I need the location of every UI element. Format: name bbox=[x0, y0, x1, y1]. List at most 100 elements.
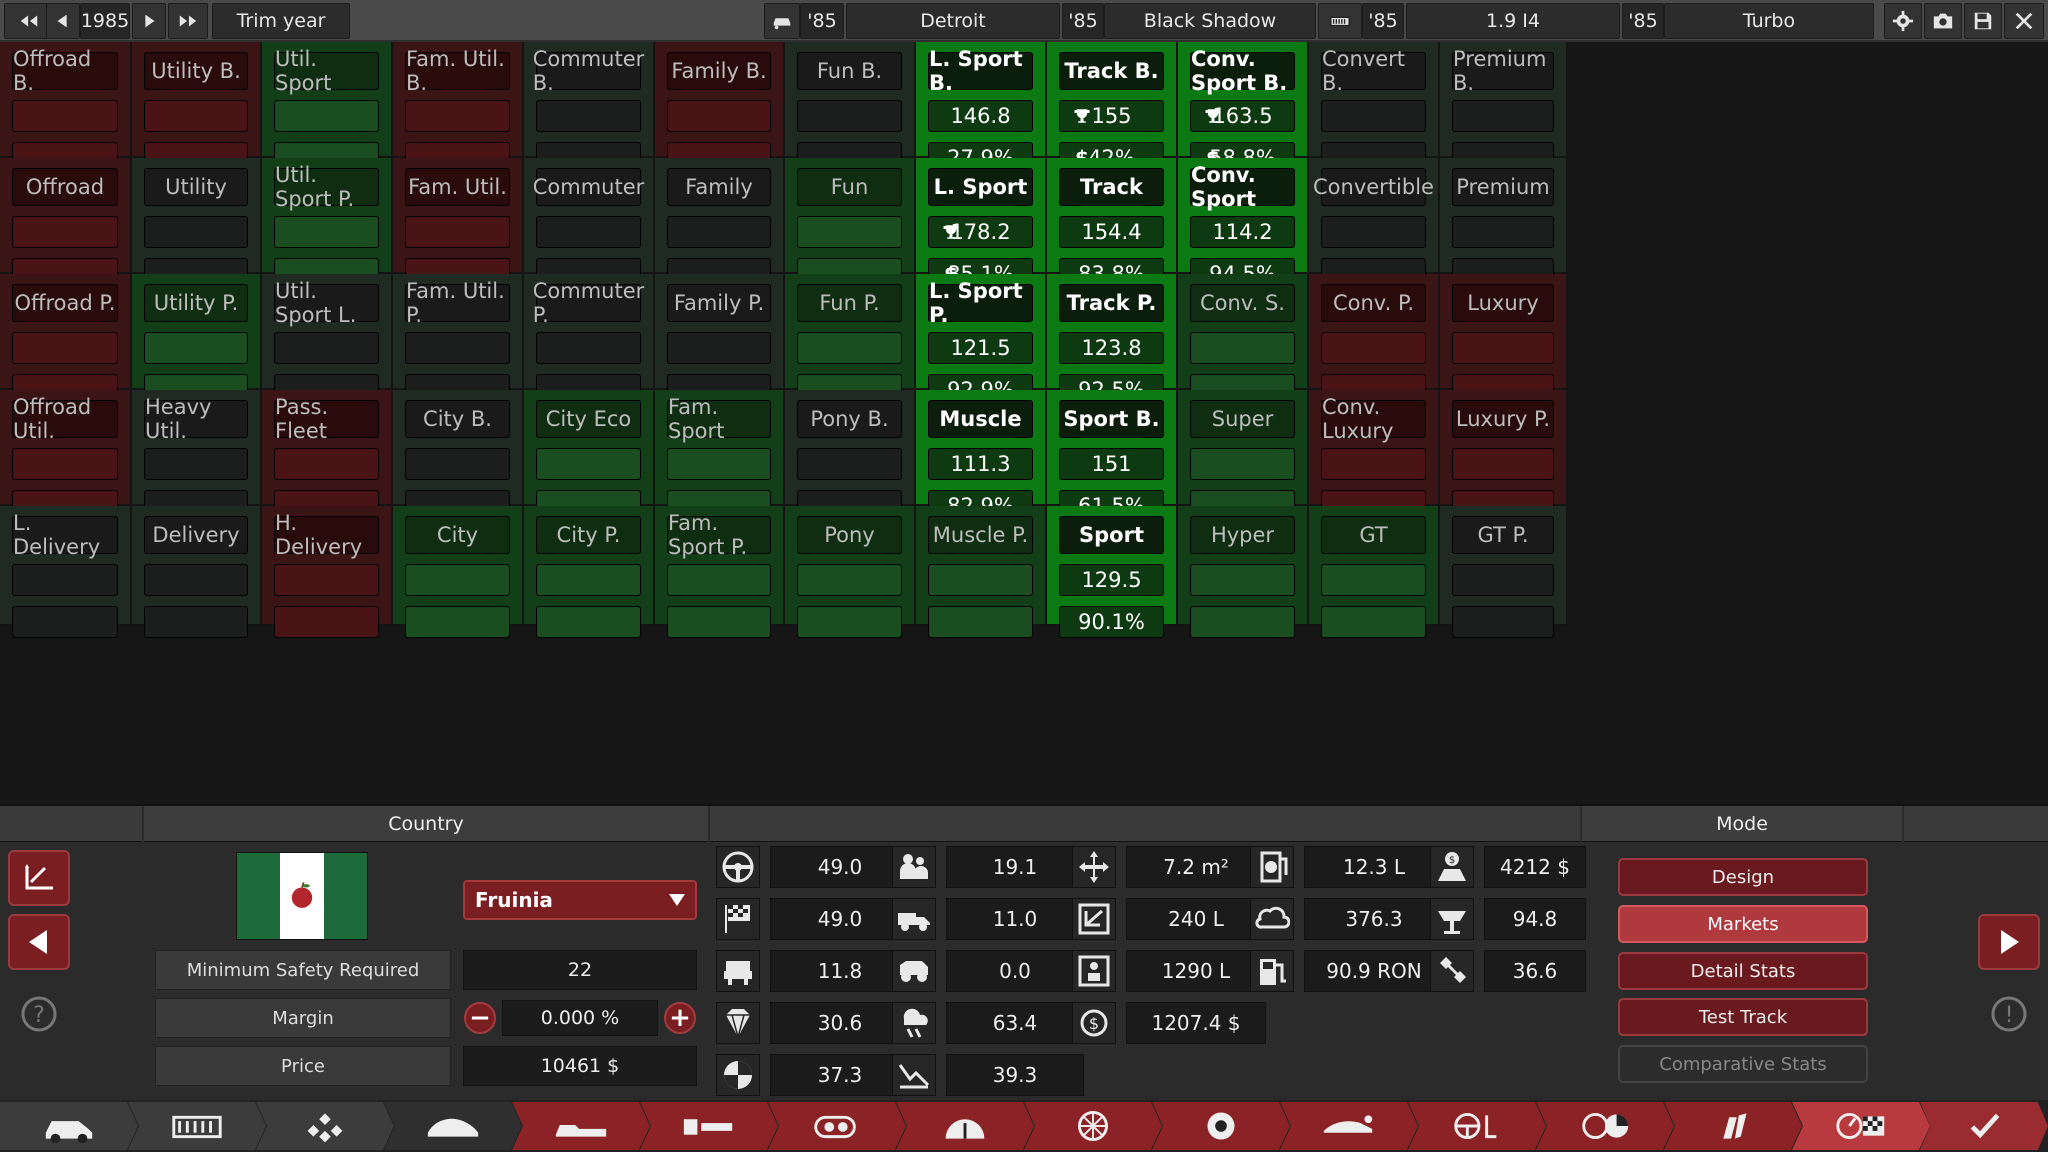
nav-tab-aero-icon[interactable] bbox=[1280, 1102, 1418, 1150]
mode-button-detail-stats[interactable]: Detail Stats bbox=[1618, 952, 1868, 990]
help-icon[interactable]: ? bbox=[8, 986, 70, 1042]
market-cell[interactable]: Pass. Fleet bbox=[262, 390, 393, 522]
market-cell[interactable]: Fun bbox=[785, 158, 916, 290]
market-cell[interactable]: Track P.123.892.5% bbox=[1047, 274, 1178, 406]
previous-page-icon[interactable] bbox=[8, 914, 70, 970]
camera-icon[interactable] bbox=[1924, 3, 1962, 39]
market-cell[interactable]: Commuter B. bbox=[524, 42, 655, 174]
last-year-icon[interactable] bbox=[168, 3, 208, 39]
market-cell[interactable]: City P. bbox=[524, 506, 655, 638]
market-cell[interactable]: Conv. Luxury bbox=[1309, 390, 1440, 522]
market-cell[interactable]: City B. bbox=[393, 390, 524, 522]
market-cell[interactable]: Luxury bbox=[1440, 274, 1568, 406]
market-cell[interactable]: Commuter P. bbox=[524, 274, 655, 406]
prev-year-icon[interactable] bbox=[46, 3, 80, 39]
nav-tab-gearbox-icon[interactable] bbox=[896, 1102, 1034, 1150]
market-cell[interactable]: Conv. Sport114.294.5% bbox=[1178, 158, 1309, 290]
market-cell[interactable]: Convert B. bbox=[1309, 42, 1440, 174]
nav-tab-body-shape-icon[interactable] bbox=[384, 1102, 522, 1150]
nav-tab-trim-icon[interactable] bbox=[512, 1102, 650, 1150]
nav-tab-finish-check-icon[interactable] bbox=[1920, 1102, 2048, 1150]
market-cell[interactable]: Conv. P. bbox=[1309, 274, 1440, 406]
nav-tab-testing-icon[interactable] bbox=[1792, 1102, 1930, 1150]
market-cell[interactable]: Pony bbox=[785, 506, 916, 638]
next-page-icon[interactable] bbox=[1978, 914, 2040, 970]
market-cell[interactable]: Premium bbox=[1440, 158, 1568, 290]
market-cell[interactable]: Sport 129.5 90.1% bbox=[1047, 506, 1178, 638]
trim-year-button[interactable]: Trim year bbox=[212, 3, 350, 39]
margin-value[interactable]: 0.000 % bbox=[502, 1000, 658, 1036]
market-cell[interactable]: Fun P. bbox=[785, 274, 916, 406]
market-cell[interactable]: Convertible bbox=[1309, 158, 1440, 290]
mode-button-design[interactable]: Design bbox=[1618, 858, 1868, 896]
market-cell[interactable]: Premium B. bbox=[1440, 42, 1568, 174]
market-cell[interactable]: Fam. Util. B. bbox=[393, 42, 524, 174]
market-cell[interactable]: L. Sport B.146.827.9% bbox=[916, 42, 1047, 174]
market-cell[interactable]: L. Delivery bbox=[0, 506, 132, 638]
market-cell[interactable]: Commuter bbox=[524, 158, 655, 290]
nav-tab-paint-icon[interactable] bbox=[1664, 1102, 1802, 1150]
market-cell[interactable]: Track154.483.8% bbox=[1047, 158, 1178, 290]
market-cell[interactable]: Conv. Sport B.163.5$58.8% bbox=[1178, 42, 1309, 174]
market-cell[interactable]: Family B. bbox=[655, 42, 785, 174]
market-cell[interactable]: City bbox=[393, 506, 524, 638]
market-cell[interactable]: GT bbox=[1309, 506, 1440, 638]
market-cell[interactable]: GT P. bbox=[1440, 506, 1568, 638]
market-cell[interactable]: H. Delivery bbox=[262, 506, 393, 638]
market-cell[interactable]: Muscle111.382.9% bbox=[916, 390, 1047, 522]
nav-tab-car-body-icon[interactable] bbox=[0, 1102, 138, 1150]
market-cell[interactable]: Offroad Util. bbox=[0, 390, 132, 522]
market-cell[interactable]: Hyper bbox=[1178, 506, 1309, 638]
trim-name[interactable]: Black Shadow bbox=[1104, 3, 1316, 39]
settings-gear-icon[interactable] bbox=[1884, 3, 1922, 39]
market-cell[interactable]: Family P. bbox=[655, 274, 785, 406]
info-icon[interactable]: ! bbox=[1978, 986, 2040, 1042]
close-icon[interactable] bbox=[2004, 3, 2044, 39]
market-cell[interactable]: Offroad P. bbox=[0, 274, 132, 406]
market-cell[interactable]: Pony B. bbox=[785, 390, 916, 522]
market-cell[interactable]: Delivery bbox=[132, 506, 262, 638]
nav-tab-engine-block-icon[interactable] bbox=[768, 1102, 906, 1150]
market-cell[interactable]: Fun B. bbox=[785, 42, 916, 174]
nav-tab-brakes-icon[interactable] bbox=[1152, 1102, 1290, 1150]
market-cell[interactable]: Luxury P. bbox=[1440, 390, 1568, 522]
mode-button-comparative-stats[interactable]: Comparative Stats bbox=[1618, 1045, 1868, 1083]
nav-tab-safety-tab-icon[interactable] bbox=[1536, 1102, 1674, 1150]
market-cell[interactable]: Util. Sport P. bbox=[262, 158, 393, 290]
next-year-icon[interactable] bbox=[132, 3, 166, 39]
market-cell[interactable]: Util. Sport L. bbox=[262, 274, 393, 406]
market-cell[interactable]: Track B.155$42% bbox=[1047, 42, 1178, 174]
nav-tab-engine-icon[interactable] bbox=[640, 1102, 778, 1150]
nav-tab-wheels-icon[interactable] bbox=[1024, 1102, 1162, 1150]
market-cell[interactable]: Sport B.15161.5% bbox=[1047, 390, 1178, 522]
margin-decrease-button[interactable]: − bbox=[464, 1002, 496, 1034]
model-name[interactable]: Detroit bbox=[846, 3, 1060, 39]
market-cell[interactable]: L. Sport178.2$85.1% bbox=[916, 158, 1047, 290]
market-cell[interactable]: Conv. S. bbox=[1178, 274, 1309, 406]
price-value[interactable]: 10461 $ bbox=[463, 1046, 697, 1086]
engine-variant[interactable]: Turbo bbox=[1664, 3, 1874, 39]
nav-tab-suspension-icon[interactable] bbox=[256, 1102, 394, 1150]
market-cell[interactable]: Utility P. bbox=[132, 274, 262, 406]
market-cell[interactable]: Family bbox=[655, 158, 785, 290]
market-cell[interactable]: City Eco bbox=[524, 390, 655, 522]
market-cell[interactable]: Super bbox=[1178, 390, 1309, 522]
nav-tab-chassis-icon[interactable] bbox=[128, 1102, 266, 1150]
market-cell[interactable]: Utility B. bbox=[132, 42, 262, 174]
market-cell[interactable]: Fam. Util. bbox=[393, 158, 524, 290]
mode-button-markets[interactable]: Markets bbox=[1618, 905, 1868, 943]
market-cell[interactable]: Offroad bbox=[0, 158, 132, 290]
market-cell[interactable]: Heavy Util. bbox=[132, 390, 262, 522]
back-to-garage-icon[interactable] bbox=[8, 850, 70, 906]
market-cell[interactable]: Muscle P. bbox=[916, 506, 1047, 638]
save-icon[interactable] bbox=[1964, 3, 2002, 39]
market-cell[interactable]: Fam. Util. P. bbox=[393, 274, 524, 406]
market-cell[interactable]: L. Sport P.121.592.9% bbox=[916, 274, 1047, 406]
market-cell[interactable]: Fam. Sport bbox=[655, 390, 785, 522]
mode-button-test-track[interactable]: Test Track bbox=[1618, 998, 1868, 1036]
market-cell[interactable]: Util. Sport bbox=[262, 42, 393, 174]
margin-increase-button[interactable]: + bbox=[664, 1002, 696, 1034]
nav-tab-interior-icon[interactable] bbox=[1408, 1102, 1546, 1150]
market-cell[interactable]: Utility bbox=[132, 158, 262, 290]
market-cell[interactable]: Fam. Sport P. bbox=[655, 506, 785, 638]
